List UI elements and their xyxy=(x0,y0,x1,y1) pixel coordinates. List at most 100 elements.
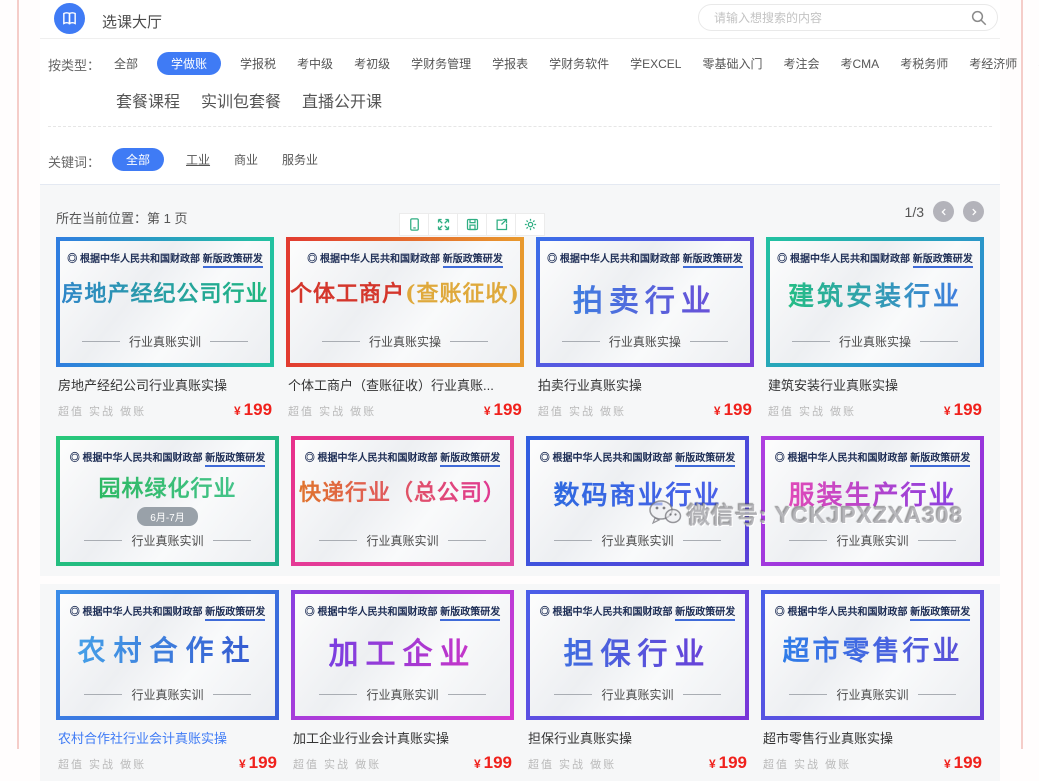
page-border-left xyxy=(17,0,19,749)
type-filter-tax-agent[interactable]: 考税务师 xyxy=(898,52,950,75)
card-banner: ◎ 根据中华人民共和国财政部 新版政策研发 xyxy=(775,603,971,618)
type-filter-bookkeeping-active[interactable]: 学做账 xyxy=(157,52,221,75)
type-filter-economist[interactable]: 考经济师 xyxy=(967,52,1019,75)
type-filter-cpa[interactable]: 考注会 xyxy=(782,52,822,75)
type-filter-label: 按类型： xyxy=(48,52,112,74)
search-icon[interactable] xyxy=(970,9,988,27)
course-card-image[interactable]: ◎ 根据中华人民共和国财政部 新版政策研发 加工企业 行业真账实训 xyxy=(291,590,514,720)
course-card: ◎ 根据中华人民共和国财政部 新版政策研发 拍卖行业 行业真账实操 拍卖行业真账… xyxy=(536,237,754,420)
course-name-link[interactable]: 超市零售行业真账实操 xyxy=(761,728,984,747)
type-filter-beginner[interactable]: 零基础入门 xyxy=(700,52,764,75)
type-filter-package-course[interactable]: 套餐课程 xyxy=(114,85,182,115)
prev-page-button[interactable] xyxy=(933,201,954,222)
type-filter-cma[interactable]: 考CMA xyxy=(839,52,882,75)
card-subtitle: 行业真账实训 xyxy=(530,532,745,549)
type-filter-section: 按类型： 全部 学做账 学报税 考中级 考初级 学财务管理 学报表 学财务软件 … xyxy=(40,39,1000,136)
course-card: ◎ 根据中华人民共和国财政部 新版政策研发 超市零售行业 行业真账实训 超市零售… xyxy=(761,590,984,773)
type-filter-junior[interactable]: 考初级 xyxy=(352,52,392,75)
course-card-image[interactable]: ◎ 根据中华人民共和国财政部 新版政策研发 快递行业（总公司） 行业真账实训 xyxy=(291,436,514,566)
search-box xyxy=(698,4,998,31)
course-price: ¥199 xyxy=(709,753,747,773)
card-subtitle: 行业真账实训 xyxy=(295,532,510,549)
card-title: 超市零售行业 xyxy=(783,629,963,668)
keyword-filter-commercial[interactable]: 商业 xyxy=(232,148,260,171)
course-tags: 超值 实战 做账 xyxy=(288,403,376,419)
gear-icon xyxy=(523,217,538,232)
card-title: 加工企业 xyxy=(329,629,477,673)
filter-divider xyxy=(48,126,992,127)
card-banner: ◎ 根据中华人民共和国财政部 新版政策研发 xyxy=(540,603,736,618)
type-filter-intermediate[interactable]: 考中级 xyxy=(295,52,335,75)
course-card-image[interactable]: ◎ 根据中华人民共和国财政部 新版政策研发 担保行业 行业真账实训 xyxy=(526,590,749,720)
card-subtitle: 行业真账实训 xyxy=(530,686,745,703)
fullscreen-button[interactable] xyxy=(428,213,458,236)
settings-button[interactable] xyxy=(515,213,545,236)
type-filter-all[interactable]: 全部 xyxy=(112,52,140,75)
card-subtitle: 行业真账实训 xyxy=(765,686,980,703)
save-button[interactable] xyxy=(457,213,487,236)
type-filter-statements[interactable]: 学报表 xyxy=(490,52,530,75)
keyword-filter-industrial[interactable]: 工业 xyxy=(184,148,212,171)
keyword-filter-all-active[interactable]: 全部 xyxy=(112,148,164,171)
course-price: ¥199 xyxy=(234,400,272,420)
course-name-link[interactable]: 拍卖行业真账实操 xyxy=(536,375,754,394)
card-subtitle: 行业真账实训 xyxy=(295,686,510,703)
type-filter-financial-mgmt[interactable]: 学财务管理 xyxy=(409,52,473,75)
course-price: ¥199 xyxy=(944,400,982,420)
course-price: ¥199 xyxy=(944,753,982,773)
course-card: ◎ 根据中华人民共和国财政部 新版政策研发 园林绿化行业 6月-7月 行业真账实… xyxy=(56,436,279,566)
course-card-image[interactable]: ◎ 根据中华人民共和国财政部 新版政策研发 房地产经纪公司行业 行业真账实训 xyxy=(56,237,274,367)
card-subtitle: 行业真账实操 xyxy=(540,333,750,350)
keyword-filter-section: 关键词： 全部 工业 商业 服务业 xyxy=(40,136,1000,184)
course-card-image[interactable]: ◎ 根据中华人民共和国财政部 新版政策研发 园林绿化行业 6月-7月 行业真账实… xyxy=(56,436,279,566)
page-border-right xyxy=(1021,0,1023,749)
card-banner: ◎ 根据中华人民共和国财政部 新版政策研发 xyxy=(540,449,736,464)
course-card-image[interactable]: ◎ 根据中华人民共和国财政部 新版政策研发 农村合作社 行业真账实训 xyxy=(56,590,279,720)
course-card-image[interactable]: ◎ 根据中华人民共和国财政部 新版政策研发 服装生产行业 行业真账实训 xyxy=(761,436,984,566)
course-price: ¥199 xyxy=(239,753,277,773)
keyword-filter-service[interactable]: 服务业 xyxy=(280,148,320,171)
card-subtitle: 行业真账实训 xyxy=(60,686,275,703)
type-filter-live-open-class[interactable]: 直播公开课 xyxy=(300,85,384,115)
tablet-view-button[interactable] xyxy=(399,213,429,236)
card-banner: ◎ 根据中华人民共和国财政部 新版政策研发 xyxy=(305,449,501,464)
course-name-link[interactable]: 担保行业真账实操 xyxy=(526,728,749,747)
card-banner: ◎ 根据中华人民共和国财政部 新版政策研发 xyxy=(775,449,971,464)
card-title: 数码商业行业 xyxy=(553,475,721,512)
course-card-image[interactable]: ◎ 根据中华人民共和国财政部 新版政策研发 个体工商户(查账征收) 行业真账实操 xyxy=(286,237,524,367)
card-banner: ◎ 根据中华人民共和国财政部 新版政策研发 xyxy=(70,603,266,618)
course-tags: 超值 实战 做账 xyxy=(293,756,381,772)
course-card: ◎ 根据中华人民共和国财政部 新版政策研发 农村合作社 行业真账实训 农村合作社… xyxy=(56,590,279,773)
course-price: ¥199 xyxy=(484,400,522,420)
course-name-link[interactable]: 个体工商户（查账征收）行业真账... xyxy=(286,375,524,394)
main-page: 选课大厅 按类型： 全部 学做账 学报税 考中级 考初级 学财务管理 学报表 学… xyxy=(40,0,1000,781)
course-card-image[interactable]: ◎ 根据中华人民共和国财政部 新版政策研发 超市零售行业 行业真账实训 xyxy=(761,590,984,720)
search-input[interactable] xyxy=(699,5,997,30)
type-filter-excel[interactable]: 学EXCEL xyxy=(628,52,683,75)
course-grid-row-1: ◎ 根据中华人民共和国财政部 新版政策研发 房地产经纪公司行业 行业真账实训 房… xyxy=(56,237,984,420)
card-banner: ◎ 根据中华人民共和国财政部 新版政策研发 xyxy=(307,250,503,265)
card-banner: ◎ 根据中华人民共和国财政部 新版政策研发 xyxy=(70,449,266,464)
course-name-link[interactable]: 加工企业行业会计真账实操 xyxy=(291,728,514,747)
course-name-link[interactable]: 房地产经纪公司行业真账实操 xyxy=(56,375,274,394)
course-card-image[interactable]: ◎ 根据中华人民共和国财政部 新版政策研发 建筑安装行业 行业真账实操 xyxy=(766,237,984,367)
course-price: ¥199 xyxy=(474,753,512,773)
course-card-image[interactable]: ◎ 根据中华人民共和国财政部 新版政策研发 数码商业行业 行业真账实训 xyxy=(526,436,749,566)
type-filter-software[interactable]: 学财务软件 xyxy=(547,52,611,75)
course-name-link[interactable]: 建筑安装行业真账实操 xyxy=(766,375,984,394)
type-filter-training-package[interactable]: 实训包套餐 xyxy=(199,85,283,115)
card-title: 建筑安装行业 xyxy=(788,276,962,313)
keyword-filter-label: 关键词： xyxy=(48,149,112,171)
course-card: ◎ 根据中华人民共和国财政部 新版政策研发 数码商业行业 行业真账实训 xyxy=(526,436,749,566)
pagination: 1/3 xyxy=(905,201,984,222)
card-subtitle: 行业真账实操 xyxy=(770,333,980,350)
course-card-image[interactable]: ◎ 根据中华人民共和国财政部 新版政策研发 拍卖行业 行业真账实操 xyxy=(536,237,754,367)
course-card: ◎ 根据中华人民共和国财政部 新版政策研发 加工企业 行业真账实训 加工企业行业… xyxy=(291,590,514,773)
course-grid-row-2: ◎ 根据中华人民共和国财政部 新版政策研发 园林绿化行业 6月-7月 行业真账实… xyxy=(56,436,984,566)
course-tags: 超值 实战 做账 xyxy=(58,756,146,772)
type-filter-tax-filing[interactable]: 学报税 xyxy=(238,52,278,75)
card-subtitle: 行业真账实训 xyxy=(60,333,270,350)
next-page-button[interactable] xyxy=(963,201,984,222)
course-name-link[interactable]: 农村合作社行业会计真账实操 xyxy=(56,728,279,747)
share-button[interactable] xyxy=(486,213,516,236)
